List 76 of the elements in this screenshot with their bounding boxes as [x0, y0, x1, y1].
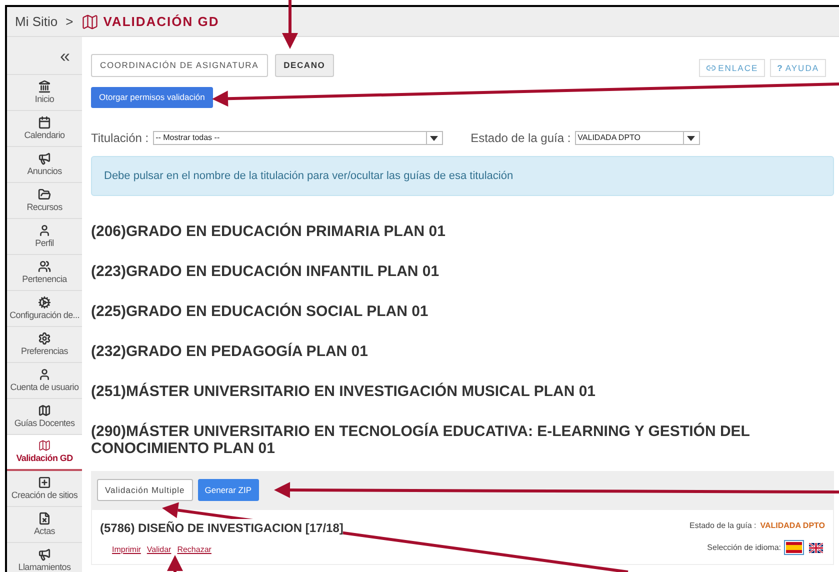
gears-icon: [38, 296, 51, 308]
action-link[interactable]: Imprimir: [112, 544, 141, 556]
sidebar-item[interactable]: Creación de sitios: [7, 471, 82, 507]
megaphone-icon: [38, 548, 51, 560]
degree-heading[interactable]: (225)GRADO EN EDUCACIÓN SOCIAL PLAN 01: [91, 303, 834, 320]
breadcrumb-separator: >: [66, 12, 74, 31]
collapse-button[interactable]: «: [60, 46, 70, 64]
degree-heading[interactable]: (232)GRADO EN PEDAGOGÍA PLAN 01: [91, 343, 834, 360]
sidebar-item[interactable]: Anuncios: [7, 147, 82, 183]
sidebar-label: Llamamientos: [18, 560, 71, 572]
link-icon: [706, 63, 716, 73]
sidebar-label: Inicio: [34, 92, 54, 106]
gear-icon: [38, 332, 51, 344]
guide-title: (5786) DISEÑO DE INVESTIGACION [17/18]: [100, 519, 344, 537]
degree-heading[interactable]: (223)GRADO EN EDUCACIÓN INFANTIL PLAN 01: [91, 263, 834, 280]
filter-select[interactable]: VALIDADA DPTO: [574, 131, 700, 145]
bank-icon: [38, 80, 51, 92]
spain-flag-icon: [786, 542, 802, 553]
sidebar-label: Actas: [34, 524, 55, 538]
plus-square-icon: [38, 476, 51, 488]
sidebar-label: Creación de sitios: [11, 488, 78, 502]
degree-heading[interactable]: (251)MÁSTER UNIVERSITARIO EN INVESTIGACIÓN MUSICAL PLAN 01: [91, 383, 834, 400]
action-link[interactable]: Validar: [146, 544, 172, 556]
filter-select[interactable]: -- Mostrar todas --: [152, 131, 443, 145]
sidebar-label: Pertenencia: [22, 272, 67, 286]
degree-heading[interactable]: (290)MÁSTER UNIVERSITARIO EN TECNOLOGÍA EDUCATIVA: E-LEARNING Y GESTIÓN DEL CONOCIMIENTO PLAN 01: [91, 423, 834, 457]
map-icon: [38, 404, 51, 416]
language-option[interactable]: [807, 540, 825, 554]
sidebar-item[interactable]: Validación GD: [7, 435, 82, 471]
sidebar-label: Preferencias: [21, 344, 68, 358]
calendar-icon: [38, 116, 51, 128]
language-option[interactable]: [784, 540, 804, 555]
role-tab[interactable]: COORDINACIÓN DE ASIGNATURA: [91, 54, 268, 77]
question-mark-icon: ?: [777, 62, 784, 74]
action-link[interactable]: Rechazar: [177, 544, 212, 556]
sidebar-item[interactable]: Configuración de...: [7, 291, 82, 327]
sidebar-label: Cuenta de usuario: [10, 380, 79, 394]
map-icon: [81, 12, 100, 30]
grant-permissions-button[interactable]: Otorgar permisos validación: [91, 87, 213, 108]
spreadsheet-icon: [38, 512, 51, 524]
multiple-validation-button[interactable]: Validación Multiple: [97, 479, 193, 501]
sidebar-item[interactable]: Actas: [7, 507, 82, 543]
folder-icon: [38, 188, 51, 200]
uk-flag-icon: [809, 542, 823, 552]
filter-label: Titulación :: [91, 130, 149, 147]
degree-heading[interactable]: (206)GRADO EN EDUCACIÓN PRIMARIA PLAN 01: [91, 223, 834, 240]
megaphone-icon: [38, 152, 51, 164]
sidebar-label: Recursos: [26, 200, 62, 214]
sidebar-item[interactable]: Recursos: [7, 183, 82, 219]
users-icon: [38, 260, 51, 272]
sidebar-item[interactable]: Perfil: [7, 219, 82, 255]
user-icon: [38, 368, 51, 380]
sidebar-item[interactable]: Llamamientos: [7, 543, 82, 572]
sidebar-item[interactable]: Calendario: [7, 111, 82, 147]
status-label: Estado de la guía :: [690, 520, 756, 532]
sidebar-label: Perfil: [35, 236, 54, 250]
annotation-arrow: [282, 0, 298, 49]
sidebar-label: Anuncios: [27, 164, 62, 178]
info-alert: Debe pulsar en el nombre de la titulación para ver/ocultar las guías de esa titulación: [91, 156, 834, 196]
sidebar-label: Validación GD: [16, 452, 73, 465]
sidebar-item[interactable]: Pertenencia: [7, 255, 82, 291]
sidebar-item[interactable]: Inicio: [7, 75, 82, 111]
sidebar-label: Calendario: [24, 128, 65, 142]
role-tab[interactable]: DECANO: [274, 54, 334, 77]
breadcrumb-link[interactable]: Mi Sitio: [15, 12, 58, 32]
filter-label: Estado de la guía :: [470, 130, 571, 147]
page-title: VALIDACIÓN GD: [103, 12, 220, 31]
sidebar-label: Guías Docentes: [14, 416, 75, 430]
user-icon: [38, 224, 51, 236]
sidebar-item[interactable]: Preferencias: [7, 327, 82, 363]
generate-zip-button[interactable]: Generar ZIP: [198, 479, 259, 501]
language-label: Selección de idioma:: [707, 542, 781, 554]
map-icon: [38, 439, 51, 452]
status-value: VALIDADA DPTO: [760, 520, 825, 532]
sidebar-label: Configuración de...: [10, 308, 80, 322]
sidebar-item[interactable]: Cuenta de usuario: [7, 363, 82, 399]
